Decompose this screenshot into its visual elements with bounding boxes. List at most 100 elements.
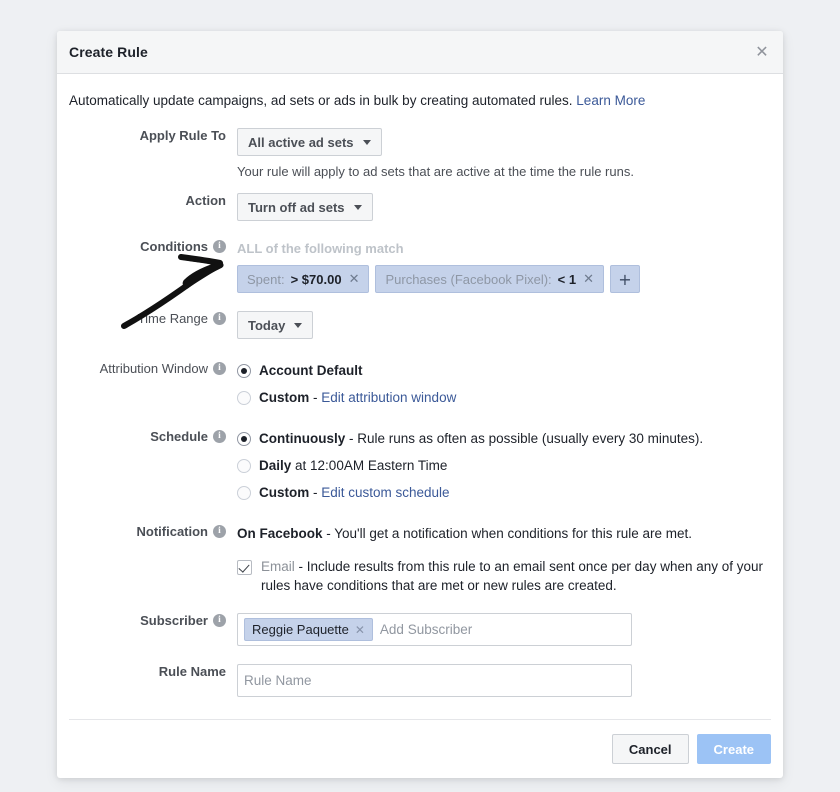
close-icon[interactable]: ✕ xyxy=(752,42,772,62)
schedule-option-label: Daily xyxy=(259,458,292,473)
schedule-option-desc: at 12:00AM Eastern Time xyxy=(291,458,448,473)
apply-rule-to-label: Apply Rule To xyxy=(139,128,226,143)
schedule-option-custom[interactable]: Custom - Edit custom schedule xyxy=(237,483,771,502)
action-dropdown[interactable]: Turn off ad sets xyxy=(237,193,373,221)
on-facebook-label: On Facebook xyxy=(237,526,323,541)
radio-account-default[interactable] xyxy=(237,364,251,378)
info-icon[interactable]: i xyxy=(213,240,226,253)
on-facebook-desc: - You'll get a notification when conditi… xyxy=(322,526,693,541)
info-icon[interactable]: i xyxy=(213,362,226,375)
condition-chip[interactable]: Purchases (Facebook Pixel): < 1 ✕ xyxy=(375,265,604,293)
attribution-option-custom[interactable]: Custom - Edit attribution window xyxy=(237,388,771,407)
subscriber-chip[interactable]: Reggie Paquette ✕ xyxy=(244,618,373,641)
subscriber-row: Subscriber i Reggie Paquette ✕ Add Subsc… xyxy=(69,613,771,646)
chevron-down-icon xyxy=(294,322,303,328)
condition-value: < 1 xyxy=(557,271,577,287)
schedule-option-daily[interactable]: Daily at 12:00AM Eastern Time xyxy=(237,456,771,475)
action-field: Turn off ad sets xyxy=(237,193,771,221)
rule-name-label: Rule Name xyxy=(158,664,226,679)
chevron-down-icon xyxy=(362,139,371,145)
attribution-option-label: Account Default xyxy=(259,363,363,378)
radio-custom-attribution[interactable] xyxy=(237,391,251,405)
subscriber-label-text: Subscriber xyxy=(140,613,208,628)
apply-rule-to-dropdown[interactable]: All active ad sets xyxy=(237,128,382,156)
info-icon[interactable]: i xyxy=(213,614,226,627)
info-icon[interactable]: i xyxy=(213,430,226,443)
radio-custom-schedule[interactable] xyxy=(237,486,251,500)
condition-chip[interactable]: Spent: > $70.00 ✕ xyxy=(237,265,370,293)
page-background: Create Rule ✕ Automatically update campa… xyxy=(0,0,840,792)
schedule-field: Continuously - Rule runs as often as pos… xyxy=(237,429,771,502)
apply-rule-to-field: All active ad sets Your rule will apply … xyxy=(237,128,771,179)
notification-row: Notification i On Facebook - You'll get … xyxy=(69,524,771,595)
attribution-option-account-default[interactable]: Account Default xyxy=(237,361,771,380)
info-icon[interactable]: i xyxy=(213,525,226,538)
attribution-option-text: Custom - Edit attribution window xyxy=(259,388,456,407)
close-icon[interactable]: ✕ xyxy=(583,272,594,287)
attribution-option-text: Account Default xyxy=(259,361,363,380)
rule-name-row: Rule Name Rule Name xyxy=(69,664,771,697)
cancel-button[interactable]: Cancel xyxy=(611,734,689,764)
apply-rule-to-row: Apply Rule To All active ad sets Your ru… xyxy=(69,128,771,179)
checkbox-email[interactable] xyxy=(237,560,252,575)
radio-daily[interactable] xyxy=(237,459,251,473)
schedule-option-label: Continuously xyxy=(259,431,346,446)
action-label: Action xyxy=(185,193,226,208)
add-condition-button[interactable]: + xyxy=(610,265,640,293)
schedule-option-continuously[interactable]: Continuously - Rule runs as often as pos… xyxy=(237,429,771,448)
chevron-down-icon xyxy=(353,204,362,210)
attribution-option-label: Custom xyxy=(259,390,310,405)
notification-field: On Facebook - You'll get a notification … xyxy=(237,524,771,595)
schedule-option-text: Continuously - Rule runs as often as pos… xyxy=(259,429,703,448)
action-row: Action Turn off ad sets xyxy=(69,193,771,221)
schedule-row: Schedule i Continuously - Rule runs as o… xyxy=(69,429,771,502)
subscriber-label: Subscriber i xyxy=(69,613,237,628)
dialog-footer: Cancel Create xyxy=(69,719,771,778)
create-button[interactable]: Create xyxy=(696,734,771,764)
notification-on-facebook: On Facebook - You'll get a notification … xyxy=(237,524,771,543)
rule-name-field: Rule Name xyxy=(237,664,771,697)
conditions-chip-list: Spent: > $70.00 ✕ Purchases (Facebook Pi… xyxy=(237,265,771,293)
learn-more-link[interactable]: Learn More xyxy=(576,93,645,108)
edit-attribution-window-link[interactable]: Edit attribution window xyxy=(321,390,456,405)
intro-text: Automatically update campaigns, ad sets … xyxy=(69,92,771,110)
intro-sentence: Automatically update campaigns, ad sets … xyxy=(69,93,573,108)
rule-name-input[interactable]: Rule Name xyxy=(237,664,632,697)
notification-email-option[interactable]: Email - Include results from this rule t… xyxy=(237,557,771,595)
dialog-header: Create Rule ✕ xyxy=(57,31,783,74)
schedule-option-sep: - xyxy=(309,485,322,500)
conditions-match-text: ALL of the following match xyxy=(237,241,404,256)
attribution-window-field: Account Default Custom - Edit attributio… xyxy=(237,361,771,407)
apply-rule-to-value: All active ad sets xyxy=(248,134,354,150)
conditions-label-text: Conditions xyxy=(140,239,208,254)
time-range-label: Time Range i xyxy=(69,311,237,326)
notification-label: Notification i xyxy=(69,524,237,539)
time-range-dropdown[interactable]: Today xyxy=(237,311,314,339)
subscriber-placeholder: Add Subscriber xyxy=(379,622,473,637)
info-icon[interactable]: i xyxy=(213,312,226,325)
radio-continuously[interactable] xyxy=(237,432,251,446)
notification-label-text: Notification xyxy=(136,524,209,539)
subscriber-chip-label: Reggie Paquette xyxy=(252,622,349,637)
schedule-label: Schedule i xyxy=(69,429,237,444)
subscriber-input[interactable]: Reggie Paquette ✕ Add Subscriber xyxy=(237,613,632,646)
schedule-option-desc: - Rule runs as often as possible (usuall… xyxy=(345,431,704,446)
page-title: Create Rule xyxy=(69,44,148,60)
subscriber-field: Reggie Paquette ✕ Add Subscriber xyxy=(237,613,771,646)
close-icon[interactable]: ✕ xyxy=(355,623,365,637)
attribution-window-label: Attribution Window i xyxy=(69,361,237,376)
attribution-window-row: Attribution Window i Account Default Cus… xyxy=(69,361,771,407)
time-range-row: Time Range i Today xyxy=(69,311,771,339)
time-range-value: Today xyxy=(248,317,286,333)
attribution-option-sep: - xyxy=(309,390,322,405)
email-desc: - Include results from this rule to an e… xyxy=(261,559,764,593)
schedule-option-text: Daily at 12:00AM Eastern Time xyxy=(259,456,447,475)
attribution-window-label-text: Attribution Window xyxy=(99,361,208,376)
condition-value: > $70.00 xyxy=(290,271,342,287)
condition-name: Purchases (Facebook Pixel): xyxy=(385,271,552,287)
email-option-text: Email - Include results from this rule t… xyxy=(261,557,771,595)
dialog-body: Automatically update campaigns, ad sets … xyxy=(57,74,783,697)
edit-custom-schedule-link[interactable]: Edit custom schedule xyxy=(321,485,449,500)
close-icon[interactable]: ✕ xyxy=(349,272,360,287)
apply-rule-to-helper: Your rule will apply to ad sets that are… xyxy=(237,164,634,179)
